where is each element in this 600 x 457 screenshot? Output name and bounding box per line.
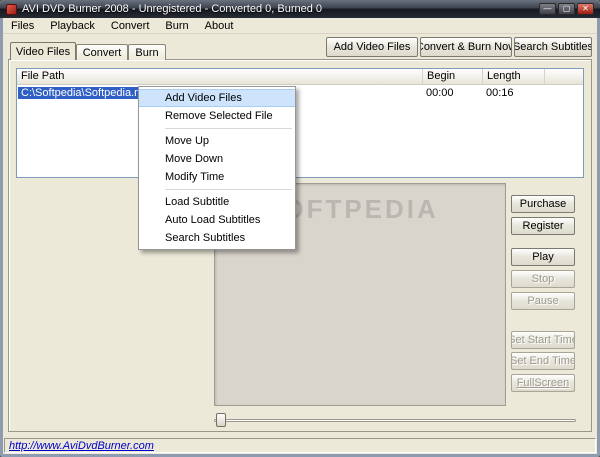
file-list-header: File Path Begin Length <box>17 69 583 85</box>
seek-slider-thumb[interactable] <box>216 413 226 427</box>
tab-video-files[interactable]: Video Files <box>10 42 76 60</box>
menu-bar: Files Playback Convert Burn About <box>3 18 597 34</box>
menu-separator <box>165 128 292 129</box>
tab-burn[interactable]: Burn <box>128 44 166 60</box>
context-remove-selected-file[interactable]: Remove Selected File <box>139 107 295 125</box>
close-button[interactable]: ✕ <box>577 3 594 15</box>
fullscreen-button[interactable]: FullScreen <box>511 374 575 392</box>
website-link[interactable]: http://www.AviDvdBurner.com <box>9 440 154 452</box>
search-subtitles-button[interactable]: Search Subtitles <box>514 37 592 57</box>
convert-burn-now-button[interactable]: Convert & Burn Now <box>420 37 512 57</box>
context-auto-load-subtitles[interactable]: Auto Load Subtitles <box>139 211 295 229</box>
set-end-time-button[interactable]: Set End Time <box>511 352 575 370</box>
menu-separator <box>165 189 292 190</box>
app-icon <box>6 3 17 15</box>
menu-files[interactable]: Files <box>3 19 42 33</box>
purchase-button[interactable]: Purchase <box>511 195 575 213</box>
set-start-time-button[interactable]: Set Start Time <box>511 331 575 349</box>
column-file-path[interactable]: File Path <box>17 69 423 84</box>
minimize-button[interactable]: — <box>539 3 556 15</box>
status-bar: http://www.AviDvdBurner.com <box>3 437 597 454</box>
context-move-up[interactable]: Move Up <box>139 132 295 150</box>
column-length[interactable]: Length <box>483 69 545 84</box>
file-list[interactable]: File Path Begin Length C:\Softpedia\Soft… <box>16 68 584 178</box>
pause-button[interactable]: Pause <box>511 292 575 310</box>
context-move-down[interactable]: Move Down <box>139 150 295 168</box>
stop-button[interactable]: Stop <box>511 270 575 288</box>
title-bar: AVI DVD Burner 2008 - Unregistered - Con… <box>0 0 600 18</box>
menu-about[interactable]: About <box>197 19 242 33</box>
begin-value: 00:00 <box>426 86 454 99</box>
column-begin[interactable]: Begin <box>423 69 483 84</box>
context-modify-time[interactable]: Modify Time <box>139 168 295 186</box>
seek-slider[interactable] <box>214 412 576 428</box>
context-add-video-files[interactable]: Add Video Files <box>139 89 295 107</box>
app-window: AVI DVD Burner 2008 - Unregistered - Con… <box>0 0 600 457</box>
window-title: AVI DVD Burner 2008 - Unregistered - Con… <box>22 3 323 15</box>
register-button[interactable]: Register <box>511 217 575 235</box>
context-search-subtitles[interactable]: Search Subtitles <box>139 229 295 247</box>
status-cell: http://www.AviDvdBurner.com <box>4 438 596 453</box>
menu-burn[interactable]: Burn <box>157 19 196 33</box>
menu-playback[interactable]: Playback <box>42 19 103 33</box>
maximize-button[interactable]: ▢ <box>558 3 575 15</box>
add-video-files-button[interactable]: Add Video Files <box>326 37 418 57</box>
context-menu: Add Video Files Remove Selected File Mov… <box>138 86 296 250</box>
length-value: 00:16 <box>486 86 514 99</box>
file-list-row[interactable]: C:\Softpedia\Softpedia.mpg 00:00 00:16 <box>17 85 583 100</box>
column-filler <box>545 69 583 84</box>
menu-convert[interactable]: Convert <box>103 19 158 33</box>
play-button[interactable]: Play <box>511 248 575 266</box>
context-load-subtitle[interactable]: Load Subtitle <box>139 193 295 211</box>
seek-slider-track <box>214 419 576 422</box>
tab-convert[interactable]: Convert <box>76 44 128 60</box>
